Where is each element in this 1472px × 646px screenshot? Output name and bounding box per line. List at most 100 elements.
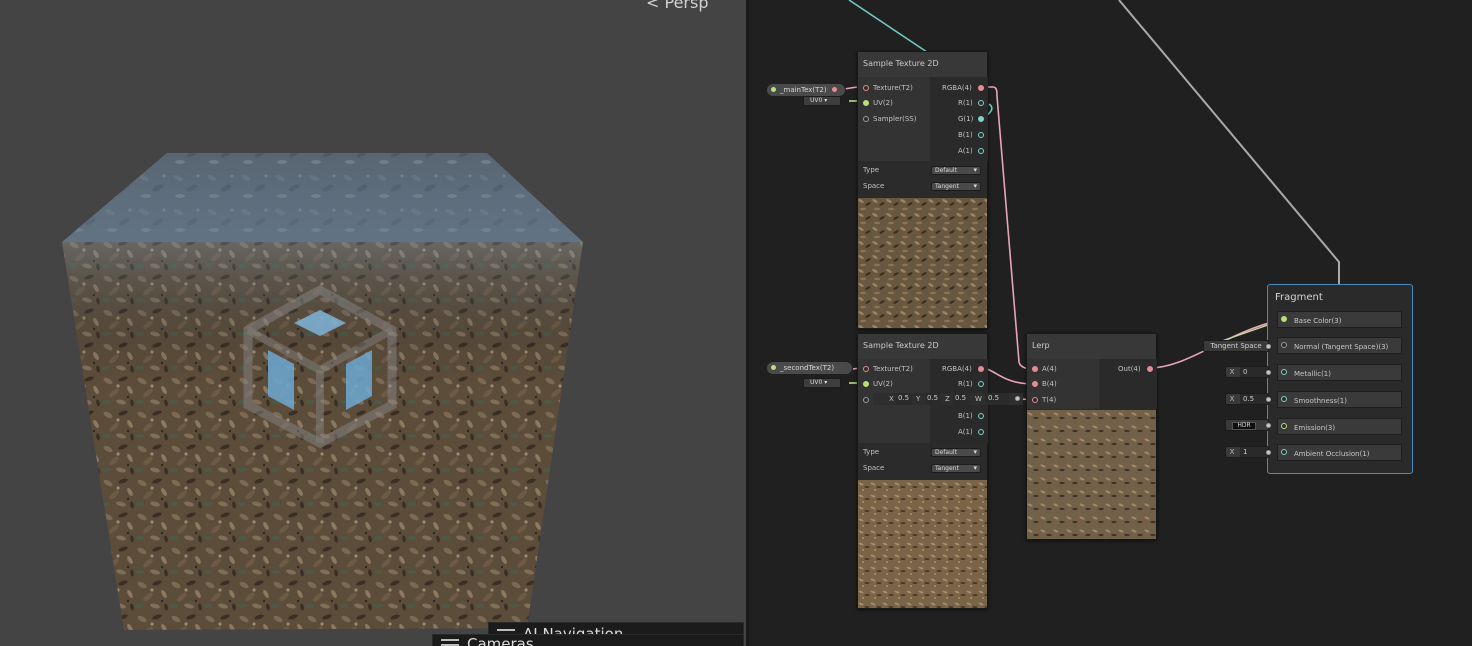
space-label: Space (863, 182, 885, 190)
block-label: Ambient Occlusion(1) (1294, 450, 1370, 458)
port-dot-texture-in[interactable] (863, 85, 869, 91)
emission-input-dot[interactable] (1266, 423, 1271, 428)
property-main-tex-label: _mainTex(T2) (780, 86, 827, 94)
port-dot[interactable] (1281, 316, 1287, 322)
smoothness-value[interactable]: 0.5 (1240, 394, 1268, 404)
smoothness-input-dot[interactable] (1266, 397, 1271, 402)
axis-label: X (1229, 395, 1235, 403)
vector-x-field[interactable]: 0.5 (896, 393, 912, 405)
port-dot-r-out[interactable] (978, 100, 984, 106)
node-title: Sample Texture 2D (858, 334, 987, 359)
port-dot[interactable] (1281, 369, 1287, 375)
node-sample-texture-2[interactable]: Sample Texture 2D Texture(T2) UV(2) Sa R… (857, 333, 988, 609)
property-dot (771, 87, 776, 92)
type-dropdown[interactable]: Default (931, 166, 981, 175)
vector-y-label: Y (916, 395, 921, 403)
node-title: Sample Texture 2D (858, 52, 987, 77)
port-b-label: B(1) (958, 131, 973, 139)
uv-channel-dropdown-1[interactable]: UV0 ▾ (803, 96, 841, 106)
port-texture-label: Texture(T2) (873, 84, 913, 92)
block-base-color[interactable]: Base Color(3) (1277, 311, 1402, 328)
port-dot-out[interactable] (1147, 366, 1153, 372)
port-dot-a-in[interactable] (1032, 366, 1038, 372)
metallic-input[interactable]: X0 (1225, 366, 1269, 378)
ao-input[interactable]: X1 (1225, 446, 1269, 458)
ao-input-dot[interactable] (1266, 450, 1271, 455)
port-dot[interactable] (1281, 396, 1287, 402)
vector-w-label: W (975, 395, 982, 403)
emission-input[interactable]: HDR (1225, 419, 1269, 431)
port-dot-r-out[interactable] (978, 381, 984, 387)
block-label: Smoothness(1) (1294, 397, 1347, 405)
block-emission[interactable]: Emission(3) (1277, 418, 1402, 435)
unity-cube-logo-icon (243, 284, 397, 449)
port-dot-b-out[interactable] (978, 132, 984, 138)
port-g-label: G(1) (958, 115, 974, 123)
type-dropdown[interactable]: Default (931, 448, 981, 457)
vector-y-field[interactable]: 0.5 (925, 393, 941, 405)
edge-teal-top (848, 0, 928, 53)
port-dot-a-out[interactable] (978, 429, 984, 435)
port-dot[interactable] (1281, 342, 1287, 348)
port-r-label: R(1) (958, 380, 973, 388)
scene-perspective-label[interactable]: < Persp (646, 0, 708, 12)
normal-space-input[interactable]: Tangent Space (1203, 340, 1269, 352)
port-dot-b-out[interactable] (978, 413, 984, 419)
port-uv-label: UV(2) (873, 99, 893, 107)
metallic-input-dot[interactable] (1266, 370, 1271, 375)
fragment-title: Fragment (1275, 292, 1323, 303)
uv-channel-value: UV0 (810, 97, 823, 104)
vector-z-field[interactable]: 0.5 (953, 393, 969, 405)
space-dropdown[interactable]: Tangent (931, 182, 981, 191)
ao-value[interactable]: 1 (1240, 447, 1268, 457)
vector-z-label: Z (945, 395, 950, 403)
vector-w-field[interactable]: 0.5 (985, 393, 1009, 405)
overlay-cameras[interactable]: Cameras (432, 634, 744, 646)
shader-graph-canvas[interactable]: Sample Texture 2D Texture(T2) UV(2) Samp… (749, 0, 1472, 646)
hamburger-icon (441, 639, 459, 646)
property-out-dot[interactable] (832, 87, 837, 92)
port-dot-uv-in[interactable] (863, 381, 869, 387)
block-normal[interactable]: Normal (Tangent Space)(3) (1277, 337, 1402, 354)
node-lerp[interactable]: Lerp A(4) B(4) T(4) Out(4) (1026, 333, 1157, 540)
overlay-cameras-label: Cameras (467, 635, 534, 646)
texture-preview (858, 480, 987, 608)
vector-out-dot[interactable] (1015, 396, 1020, 401)
port-dot-texture-in[interactable] (863, 366, 869, 372)
uv-channel-value: UV0 (810, 379, 823, 386)
space-dropdown[interactable]: Tangent (931, 464, 981, 473)
node-sample-texture-1[interactable]: Sample Texture 2D Texture(T2) UV(2) Samp… (857, 51, 988, 329)
fragment-context[interactable]: Fragment Base Color(3) Normal (Tangent S… (1267, 284, 1413, 474)
port-dot-t-in[interactable] (1032, 397, 1038, 403)
scene-view[interactable]: < Persp AI Navigation Cameras (0, 0, 746, 646)
type-label: Type (863, 166, 880, 174)
block-ambient-occlusion[interactable]: Ambient Occlusion(1) (1277, 444, 1402, 461)
uv-channel-dropdown-2[interactable]: UV0 ▾ (803, 378, 841, 388)
port-dot-b-in[interactable] (1032, 381, 1038, 387)
property-second-tex-label: _secondTex(T2) (780, 364, 835, 372)
port-dot-g-out[interactable] (978, 116, 984, 122)
port-dot-sampler-in[interactable] (863, 397, 869, 403)
emission-hdr-swatch[interactable]: HDR (1232, 422, 1256, 430)
port-rgba-label: RGBA(4) (942, 84, 972, 92)
property-main-tex[interactable]: _mainTex(T2) (766, 83, 846, 97)
property-second-tex[interactable]: _secondTex(T2) (766, 361, 853, 375)
port-a-label: A(4) (1042, 365, 1057, 373)
smoothness-input[interactable]: X 0.5 (1225, 393, 1269, 405)
vector4-inline-input[interactable]: X 0.5 Y 0.5 Z 0.5 W 0.5 (873, 393, 1023, 405)
port-dot[interactable] (1281, 423, 1287, 429)
port-dot[interactable] (1281, 449, 1287, 455)
port-dot-uv-in[interactable] (863, 100, 869, 106)
block-smoothness[interactable]: Smoothness(1) (1277, 391, 1402, 408)
port-texture-label: Texture(T2) (873, 365, 913, 373)
port-uv-label: UV(2) (873, 380, 893, 388)
port-dot-rgba-out[interactable] (978, 366, 984, 372)
space-label: Space (863, 464, 885, 472)
metallic-value[interactable]: 0 (1240, 367, 1268, 377)
port-dot-a-out[interactable] (978, 148, 984, 154)
axis-label: X (1229, 448, 1235, 456)
port-dot-rgba-out[interactable] (978, 85, 984, 91)
block-metallic[interactable]: Metallic(1) (1277, 364, 1402, 381)
port-dot-sampler-in[interactable] (863, 116, 869, 122)
normal-input-dot[interactable] (1266, 344, 1271, 349)
